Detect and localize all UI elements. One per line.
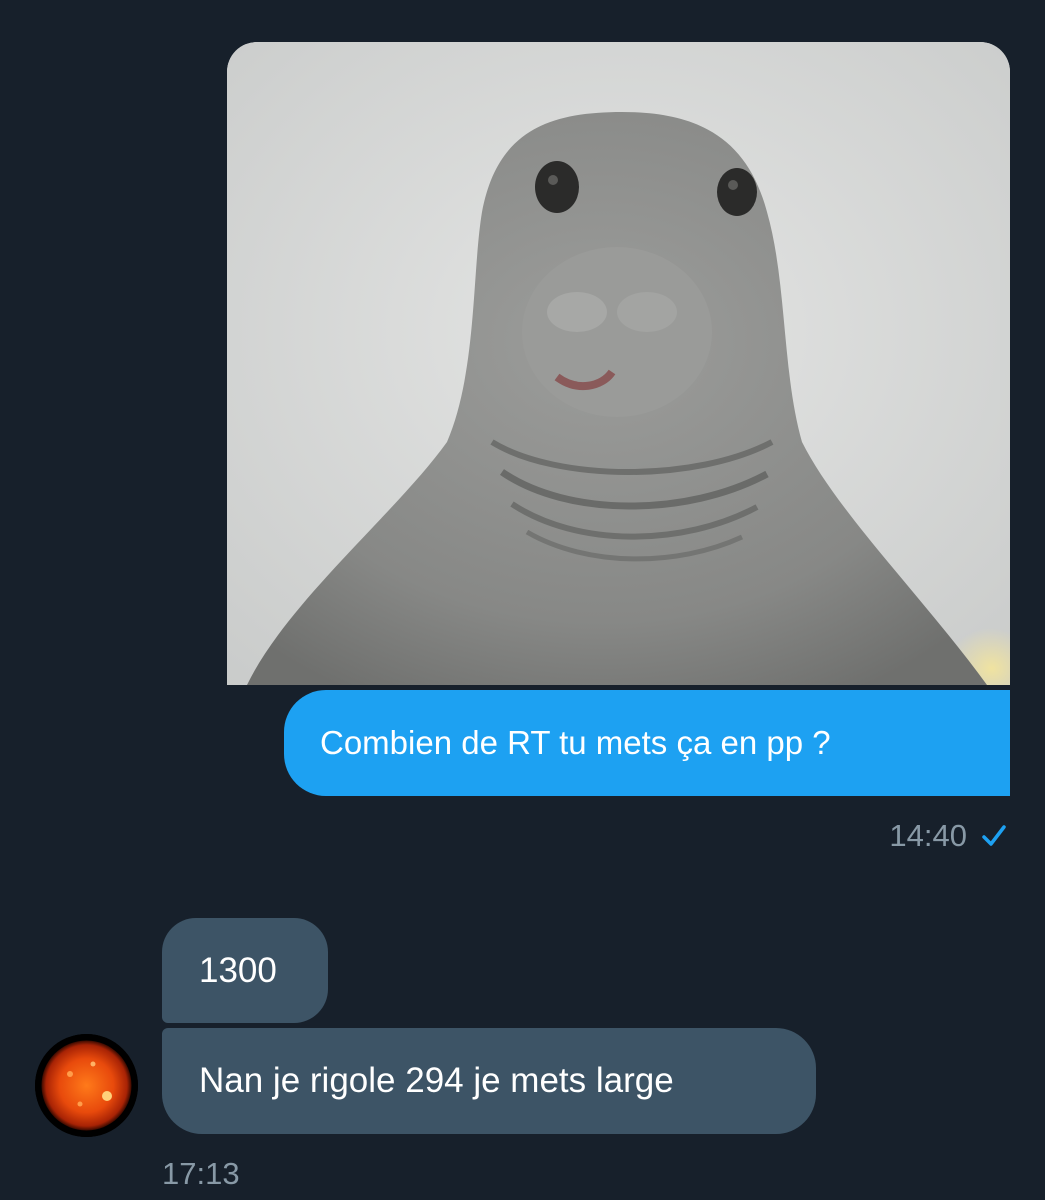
seal-meme-image [227, 42, 1010, 685]
sent-message-text: Combien de RT tu mets ça en pp ? [320, 724, 831, 761]
received-message-time: 17:13 [162, 1156, 240, 1191]
received-message-bubble[interactable]: 1300 [162, 918, 328, 1023]
dm-conversation: Combien de RT tu mets ça en pp ? 14:40 1… [0, 0, 1045, 1200]
sent-message-meta: 14:40 [889, 814, 1007, 858]
sent-message-time: 14:40 [889, 818, 967, 853]
received-message-bubble[interactable]: Nan je rigole 294 je mets large [162, 1028, 816, 1134]
sent-message-bubble[interactable]: Combien de RT tu mets ça en pp ? [284, 690, 1010, 796]
check-icon [982, 825, 1006, 846]
sun-avatar-icon [35, 1034, 138, 1137]
sender-avatar[interactable] [35, 1034, 138, 1137]
sent-media-image[interactable] [227, 42, 1010, 685]
received-message-text: Nan je rigole 294 je mets large [199, 1061, 674, 1100]
received-message-text: 1300 [199, 951, 277, 990]
